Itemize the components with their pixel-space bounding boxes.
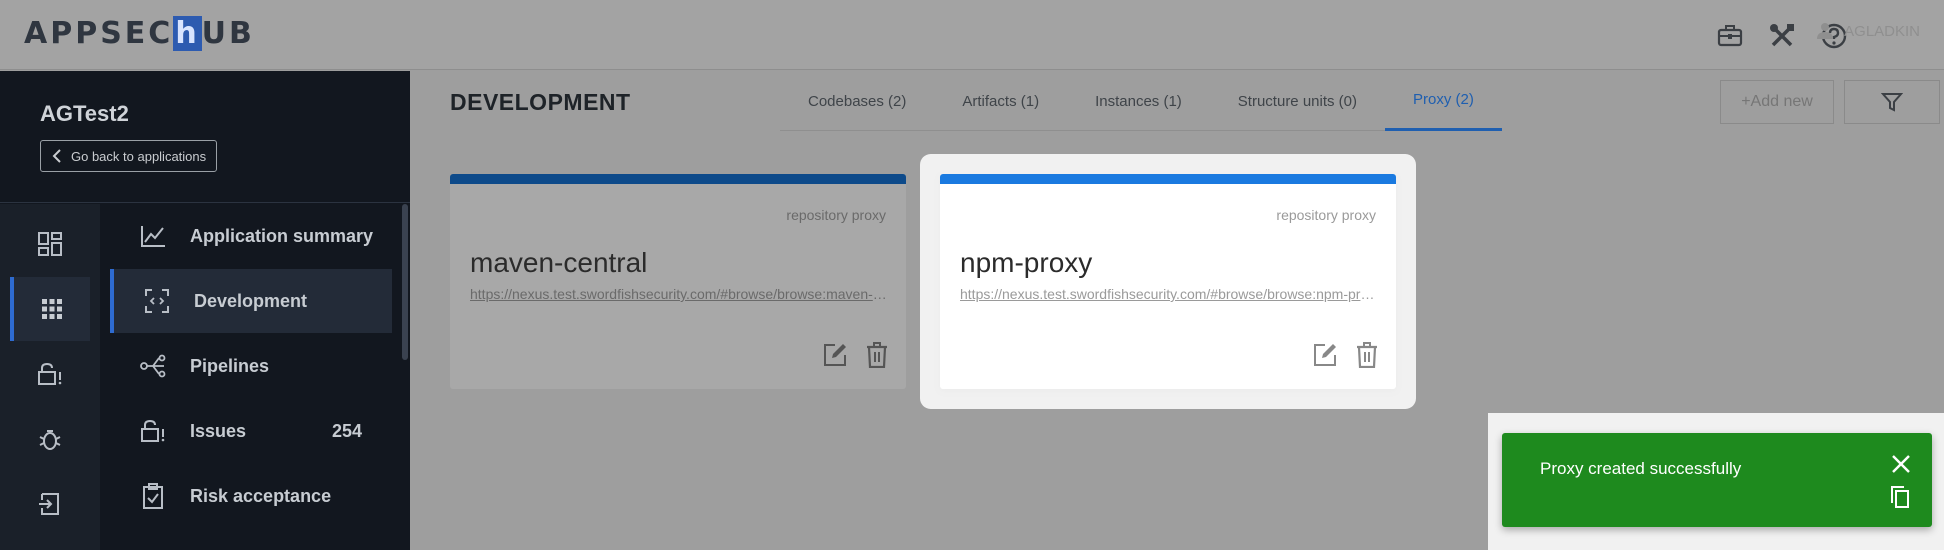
sidebar: AGTest2 Go back to applications Applicat… [0, 71, 410, 550]
rail-lock[interactable] [10, 342, 90, 406]
pipeline-branch-icon [138, 354, 168, 378]
nav-development[interactable]: Development [110, 269, 392, 333]
user-menu[interactable]: AGLADKIN [1816, 22, 1920, 40]
clipboard-check-icon [138, 483, 168, 509]
user-name: AGLADKIN [1844, 22, 1920, 40]
lock-alert-icon [138, 419, 168, 443]
card-name: maven-central [470, 247, 648, 278]
go-back-label: Go back to applications [71, 148, 207, 164]
card-url[interactable]: https://nexus.test.swordfishsecurity.com… [470, 286, 890, 302]
filter-button[interactable] [1844, 80, 1940, 124]
tab-artifacts[interactable]: Artifacts (1) [934, 71, 1067, 131]
proxy-card-maven-central[interactable]: repository proxy maven-central https://n… [450, 174, 906, 389]
nav-label: Application summary [190, 225, 374, 246]
success-toast: Proxy created successfully [1502, 433, 1932, 527]
lock-alert-icon [38, 362, 62, 385]
nav-label: Issues [190, 420, 247, 441]
trash-icon[interactable] [866, 342, 888, 373]
nav-pipelines[interactable]: Pipelines [110, 334, 392, 398]
close-icon[interactable] [1890, 453, 1912, 480]
card-url[interactable]: https://nexus.test.swordfishsecurity.com… [960, 286, 1380, 302]
dashboard-icon [38, 232, 62, 256]
nav-application-summary[interactable]: Application summary [110, 204, 392, 268]
card-type: repository proxy [1276, 207, 1376, 223]
edit-icon[interactable] [1312, 342, 1338, 373]
tools-icon[interactable] [1766, 20, 1798, 52]
tab-codebases[interactable]: Codebases (2) [780, 71, 934, 131]
filter-icon [1881, 93, 1903, 112]
issues-count: 254 [331, 420, 362, 441]
code-scan-icon [142, 288, 172, 314]
copy-icon[interactable] [1890, 485, 1910, 514]
tab-proxy[interactable]: Proxy (2) [1385, 71, 1502, 131]
bug-icon [39, 430, 61, 450]
logo-h: h [173, 16, 202, 51]
chart-line-icon [138, 224, 168, 248]
nav-issues[interactable]: Issues 254 [110, 399, 392, 463]
toast-message: Proxy created successfully [1540, 459, 1742, 478]
card-name: npm-proxy [960, 247, 1093, 278]
tab-structure-units[interactable]: Structure units (0) [1210, 71, 1385, 131]
nav-risk-acceptance[interactable]: Risk acceptance [110, 464, 392, 528]
logo-suffix: UB [201, 16, 255, 51]
page-title: DEVELOPMENT [450, 89, 631, 115]
proxy-card-npm-proxy[interactable]: repository proxy npm-proxy https://nexus… [940, 174, 1396, 389]
logo-prefix: APPSEC [24, 16, 174, 51]
rail-bug[interactable] [10, 407, 90, 471]
go-back-button[interactable]: Go back to applications [40, 140, 218, 172]
nav-label: Risk acceptance [190, 485, 332, 506]
edit-icon[interactable] [822, 342, 848, 373]
application-name: AGTest2 [40, 101, 129, 126]
card-accent-bar [450, 174, 906, 184]
appsechub-logo[interactable]: APPSEChUB [24, 16, 255, 51]
tab-bar: Codebases (2) Artifacts (1) Instances (1… [780, 71, 1502, 131]
user-icon [1817, 23, 1834, 39]
chevron-left-icon [52, 149, 61, 163]
card-type: repository proxy [786, 207, 886, 223]
rail-apps[interactable] [10, 277, 90, 341]
card-accent-bar [940, 174, 1396, 184]
briefcase-icon[interactable] [1714, 20, 1746, 52]
sidebar-scrollbar[interactable] [402, 204, 408, 360]
nav-label: Pipelines [190, 355, 270, 376]
tab-instances[interactable]: Instances (1) [1067, 71, 1210, 131]
icon-rail [0, 204, 100, 550]
rail-logout[interactable] [10, 472, 90, 536]
rail-dashboard[interactable] [10, 212, 90, 276]
top-header: APPSEChUB AGLADKIN [0, 0, 1944, 70]
apps-grid-icon [42, 299, 62, 319]
nav-label: Development [194, 290, 308, 311]
add-new-button[interactable]: +Add new [1720, 80, 1834, 124]
trash-icon[interactable] [1356, 342, 1378, 373]
logout-icon [39, 493, 59, 515]
